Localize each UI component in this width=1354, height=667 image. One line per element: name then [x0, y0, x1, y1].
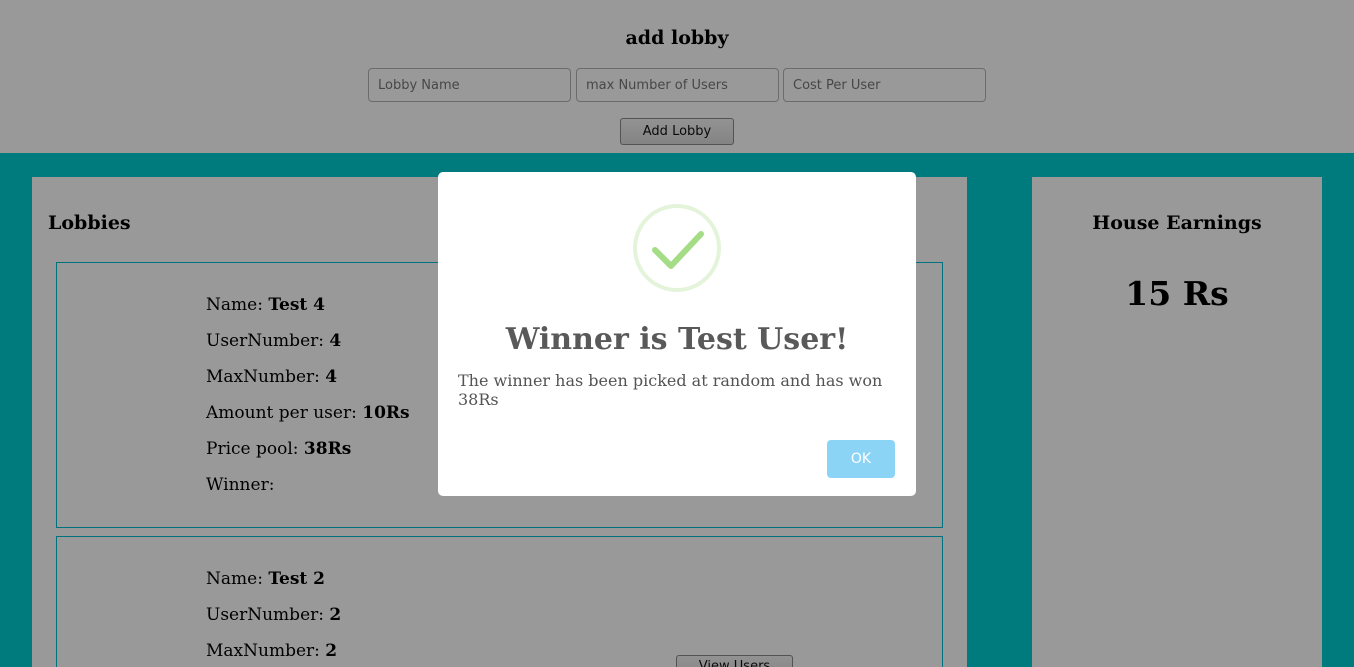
ok-button[interactable]: OK	[827, 440, 895, 478]
checkmark-success-icon	[633, 204, 721, 292]
dialog-message: The winner has been picked at random and…	[458, 371, 883, 409]
dialog-title: Winner is Test User!	[505, 322, 849, 357]
winner-dialog: Winner is Test User! The winner has been…	[438, 172, 916, 496]
